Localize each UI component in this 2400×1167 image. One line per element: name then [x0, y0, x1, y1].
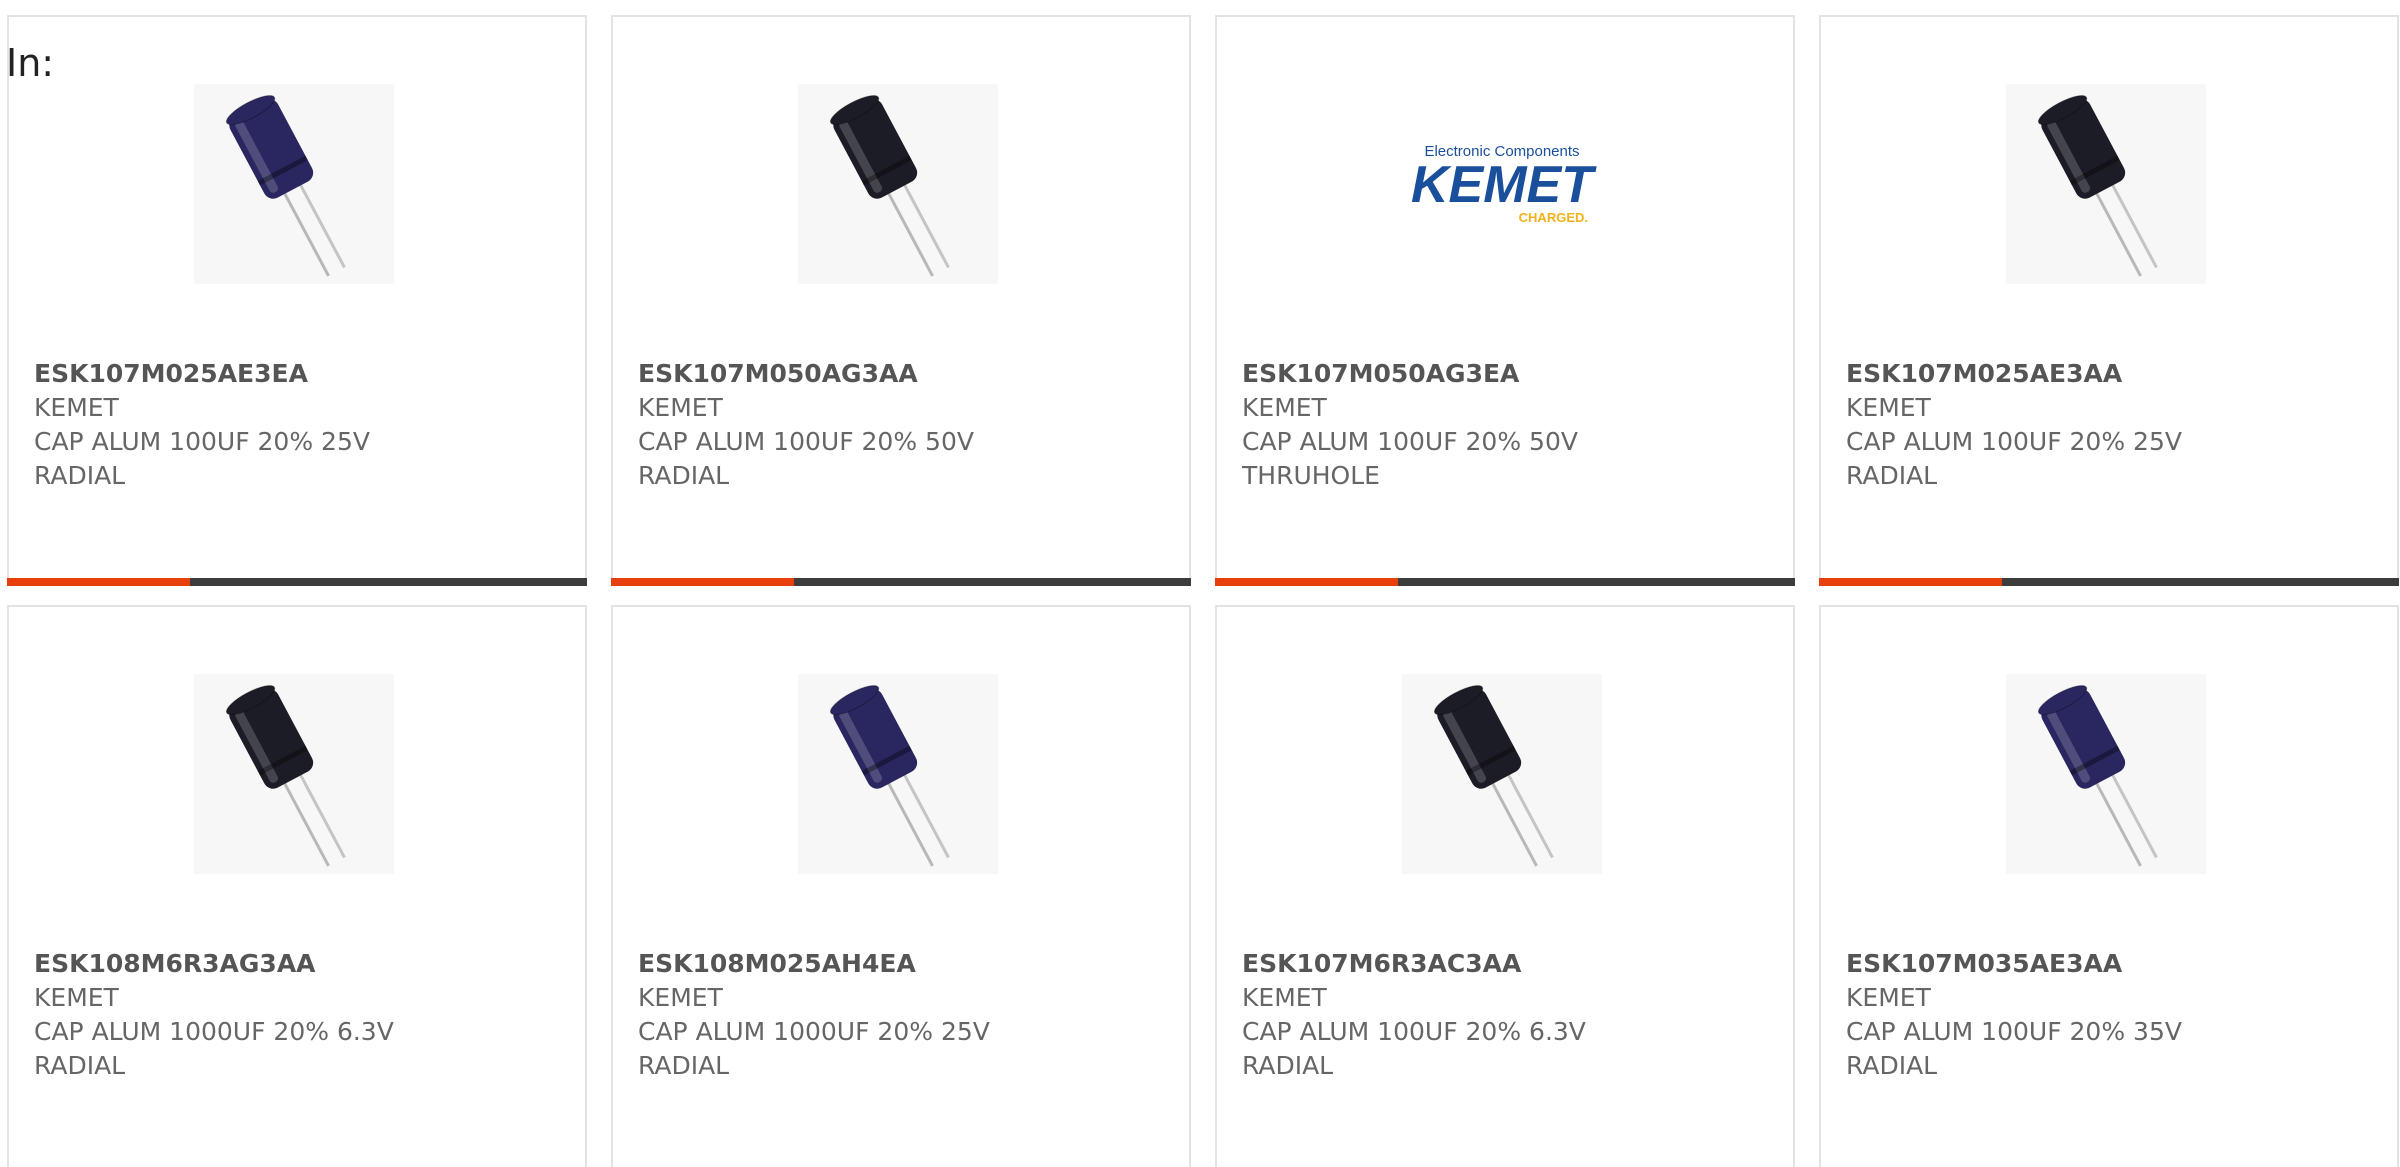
description: CAP ALUM 100UF 20% 25V	[1846, 427, 2182, 456]
product-info: ESK107M050AG3EA KEMET CAP ALUM 100UF 20%…	[1242, 357, 1768, 493]
part-number[interactable]: ESK107M050AG3EA	[1242, 357, 1768, 391]
capacitor-icon	[225, 685, 346, 867]
mounting-type: RADIAL	[34, 1051, 126, 1080]
description: CAP ALUM 1000UF 20% 25V	[638, 1017, 990, 1046]
description: CAP ALUM 100UF 20% 35V	[1846, 1017, 2182, 1046]
product-info: ESK107M025AE3EA KEMET CAP ALUM 100UF 20%…	[34, 357, 560, 493]
product-card[interactable]: ESK107M025AE3AA KEMET CAP ALUM 100UF 20%…	[1819, 15, 2399, 586]
product-info: ESK107M025AE3AA KEMET CAP ALUM 100UF 20%…	[1846, 357, 2372, 493]
product-image: Electronic Components KEMET CHARGED.	[1402, 84, 1602, 284]
product-info: ESK107M035AE3AA KEMET CAP ALUM 100UF 20%…	[1846, 947, 2372, 1083]
card-accent-bar	[611, 578, 794, 586]
capacitor-icon	[1433, 685, 1554, 867]
manufacturer: KEMET	[1846, 983, 1931, 1012]
mounting-type: RADIAL	[638, 1051, 730, 1080]
description: CAP ALUM 100UF 20% 6.3V	[1242, 1017, 1586, 1046]
logo-charged: CHARGED.	[1519, 210, 1588, 225]
manufacturer: KEMET	[34, 393, 119, 422]
manufacturer: KEMET	[638, 393, 723, 422]
product-image	[194, 84, 394, 284]
mounting-type: RADIAL	[638, 461, 730, 490]
capacitor-icon	[829, 685, 950, 867]
product-info: ESK108M025AH4EA KEMET CAP ALUM 1000UF 20…	[638, 947, 1164, 1083]
capacitor-icon	[829, 95, 950, 277]
card-bottom-bar	[611, 578, 1191, 586]
product-card[interactable]: ESK108M025AH4EA KEMET CAP ALUM 1000UF 20…	[611, 605, 1191, 1167]
manufacturer: KEMET	[1242, 393, 1327, 422]
product-results-page: In: ESK107M025AE3EA KEMET CAP ALUM 100UF…	[0, 0, 2400, 1167]
product-info: ESK107M050AG3AA KEMET CAP ALUM 100UF 20%…	[638, 357, 1164, 493]
manufacturer: KEMET	[1242, 983, 1327, 1012]
product-card[interactable]: Electronic Components KEMET CHARGED. ESK10…	[1215, 15, 1795, 586]
description: CAP ALUM 1000UF 20% 6.3V	[34, 1017, 394, 1046]
part-number[interactable]: ESK108M6R3AG3AA	[34, 947, 560, 981]
manufacturer: KEMET	[1846, 393, 1931, 422]
card-bottom-bar	[1215, 578, 1795, 586]
product-info: ESK107M6R3AC3AA KEMET CAP ALUM 100UF 20%…	[1242, 947, 1768, 1083]
product-card[interactable]: ESK108M6R3AG3AA KEMET CAP ALUM 1000UF 20…	[7, 605, 587, 1167]
mounting-type: RADIAL	[34, 461, 126, 490]
manufacturer: KEMET	[638, 983, 723, 1012]
card-bottom-bar	[1819, 578, 2399, 586]
product-image	[798, 674, 998, 874]
part-number[interactable]: ESK107M035AE3AA	[1846, 947, 2372, 981]
mounting-type: RADIAL	[1242, 1051, 1334, 1080]
product-image	[194, 674, 394, 874]
card-accent-bar	[1819, 578, 2002, 586]
capacitor-icon	[2037, 685, 2158, 867]
part-number[interactable]: ESK107M025AE3AA	[1846, 357, 2372, 391]
description: CAP ALUM 100UF 20% 50V	[638, 427, 974, 456]
in-label: In:	[6, 41, 55, 85]
capacitor-icon	[2037, 95, 2158, 277]
product-card[interactable]: ESK107M025AE3EA KEMET CAP ALUM 100UF 20%…	[7, 15, 587, 586]
kemet-logo: Electronic ComponentsKEMETCHARGED.	[1411, 143, 1597, 225]
product-image	[1402, 674, 1602, 874]
product-card[interactable]: ESK107M035AE3AA KEMET CAP ALUM 100UF 20%…	[1819, 605, 2399, 1167]
part-number[interactable]: ESK107M6R3AC3AA	[1242, 947, 1768, 981]
description: CAP ALUM 100UF 20% 50V	[1242, 427, 1578, 456]
product-image	[2006, 84, 2206, 284]
part-number[interactable]: ESK108M025AH4EA	[638, 947, 1164, 981]
mounting-type: THRUHOLE	[1242, 461, 1380, 490]
manufacturer: KEMET	[34, 983, 119, 1012]
mounting-type: RADIAL	[1846, 1051, 1938, 1080]
logo-wordmark: KEMET	[1411, 156, 1597, 214]
mounting-type: RADIAL	[1846, 461, 1938, 490]
part-number[interactable]: ESK107M025AE3EA	[34, 357, 560, 391]
card-bottom-bar	[7, 578, 587, 586]
product-card[interactable]: ESK107M050AG3AA KEMET CAP ALUM 100UF 20%…	[611, 15, 1191, 586]
capacitor-icon	[225, 95, 346, 277]
part-number[interactable]: ESK107M050AG3AA	[638, 357, 1164, 391]
product-card[interactable]: ESK107M6R3AC3AA KEMET CAP ALUM 100UF 20%…	[1215, 605, 1795, 1167]
card-accent-bar	[1215, 578, 1398, 586]
card-accent-bar	[7, 578, 190, 586]
product-info: ESK108M6R3AG3AA KEMET CAP ALUM 1000UF 20…	[34, 947, 560, 1083]
product-image	[2006, 674, 2206, 874]
description: CAP ALUM 100UF 20% 25V	[34, 427, 370, 456]
product-grid: ESK107M025AE3EA KEMET CAP ALUM 100UF 20%…	[7, 15, 2399, 1167]
product-image	[798, 84, 998, 284]
